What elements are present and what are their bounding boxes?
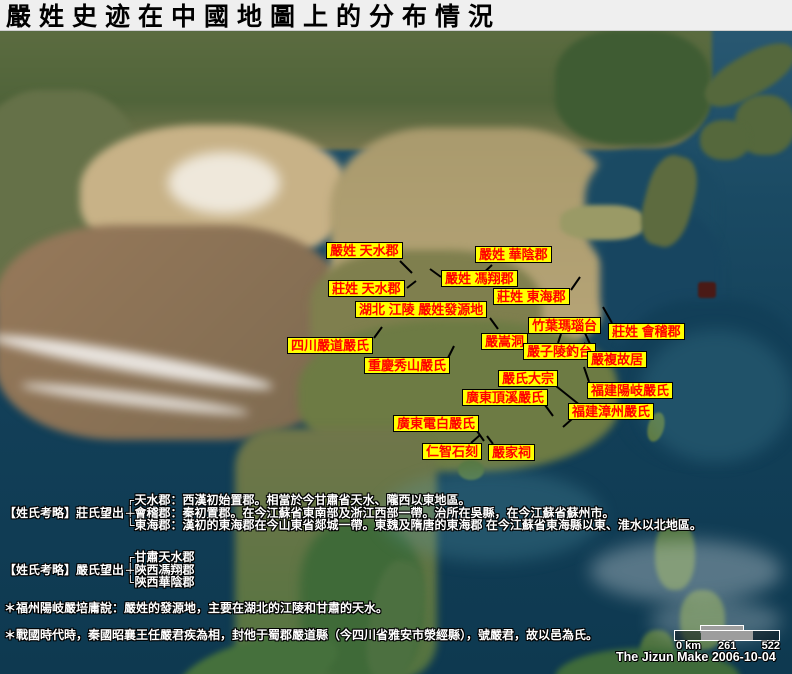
- terrain-hainan-island: [458, 460, 484, 480]
- terrain-sea-shallow-2: [640, 330, 792, 462]
- note-block-zhuang-items: ┌天水郡：西漢初始置郡。相當於今甘肅省天水、隴西以東地區。 ┼會稽郡：秦初置郡。…: [126, 494, 702, 532]
- note-block-yan-items: ┌甘肅天水郡 ┼陝西馮翔郡 └陝西華陰郡: [126, 551, 195, 589]
- note-item-text: 東海郡：漢初的東海郡在今山東省郯城一帶。東魏及隋唐的東海郡 在今江蘇省東海縣以東…: [135, 518, 702, 532]
- terrain-north-land: [0, 28, 712, 150]
- footnote-origin: ＊福州陽岐嚴培庸說：嚴姓的發源地，主要在湖北的江陵和甘肅的天水。: [4, 599, 388, 616]
- terrain-indochina-green: [300, 520, 422, 674]
- terrain-bohai-sea: [585, 150, 717, 272]
- terrain-artifact-dark-red: [698, 282, 716, 298]
- terrain-tibet-plateau: [0, 225, 345, 440]
- terrain-manchuria-forest: [555, 30, 710, 145]
- terrain-north-china-plain: [330, 128, 615, 360]
- terrain-west-mountains: [0, 90, 145, 315]
- terrain-ocean-cloud-1: [590, 540, 782, 602]
- terrain-shandong-peninsula: [560, 205, 645, 240]
- terrain-himalaya-snow: [0, 327, 275, 396]
- note-block-yan: 【姓氏考略】嚴氏望出 ┌甘肅天水郡 ┼陝西馮翔郡 └陝西華陰郡: [4, 551, 195, 589]
- note-block-yan-label: 【姓氏考略】嚴氏望出: [4, 561, 124, 578]
- note-item-text: 陝西華陰郡: [135, 575, 195, 589]
- map-page: 嚴姓 天水郡嚴姓 華陰郡嚴姓 馮翔郡莊姓 天水郡莊姓 東海郡湖北 江陵 嚴姓發源…: [0, 0, 792, 674]
- terrain-east-china-sea: [620, 300, 792, 462]
- terrain-desert-cloud: [168, 152, 280, 214]
- terrain-japan-1: [697, 33, 792, 118]
- terrain-korea-peninsula: [634, 150, 704, 251]
- note-item: └陝西華陰郡: [126, 576, 195, 589]
- terrain-himalaya-snow-2: [20, 378, 250, 420]
- terrain-taklamakan-desert: [80, 125, 348, 267]
- page-title: 嚴姓史迹在中國地圖上的分布情況: [0, 0, 501, 33]
- terrain-loess-hills: [310, 250, 542, 382]
- note-item: └東海郡：漢初的東海郡在今山東省郯城一帶。東魏及隋唐的東海郡 在今江蘇省東海縣以…: [126, 519, 702, 532]
- terrain-taiwan-island: [644, 410, 667, 443]
- bracket-glyph: └: [126, 518, 135, 532]
- terrain-japan-3: [700, 120, 750, 160]
- terrain-japan-2: [735, 95, 792, 155]
- note-block-zhuang: 【姓氏考略】莊氏望出 ┌天水郡：西漢初始置郡。相當於今甘肅省天水、隴西以東地區。…: [4, 494, 702, 532]
- terrain-south-china: [298, 320, 620, 472]
- terrain-yellow-sea: [600, 210, 722, 352]
- note-block-zhuang-label: 【姓氏考略】莊氏望出: [4, 504, 124, 521]
- bracket-glyph: └: [126, 575, 135, 589]
- footnote-history: ＊戰國時代時，秦國昭襄王任嚴君疾為相，封他于蜀郡嚴道縣（今四川省雅安市滎經縣），…: [4, 626, 598, 643]
- title-bar: 嚴姓史迹在中國地圖上的分布情況: [0, 0, 792, 31]
- map-credit: The Jizun Make 2006-10-04: [616, 650, 776, 664]
